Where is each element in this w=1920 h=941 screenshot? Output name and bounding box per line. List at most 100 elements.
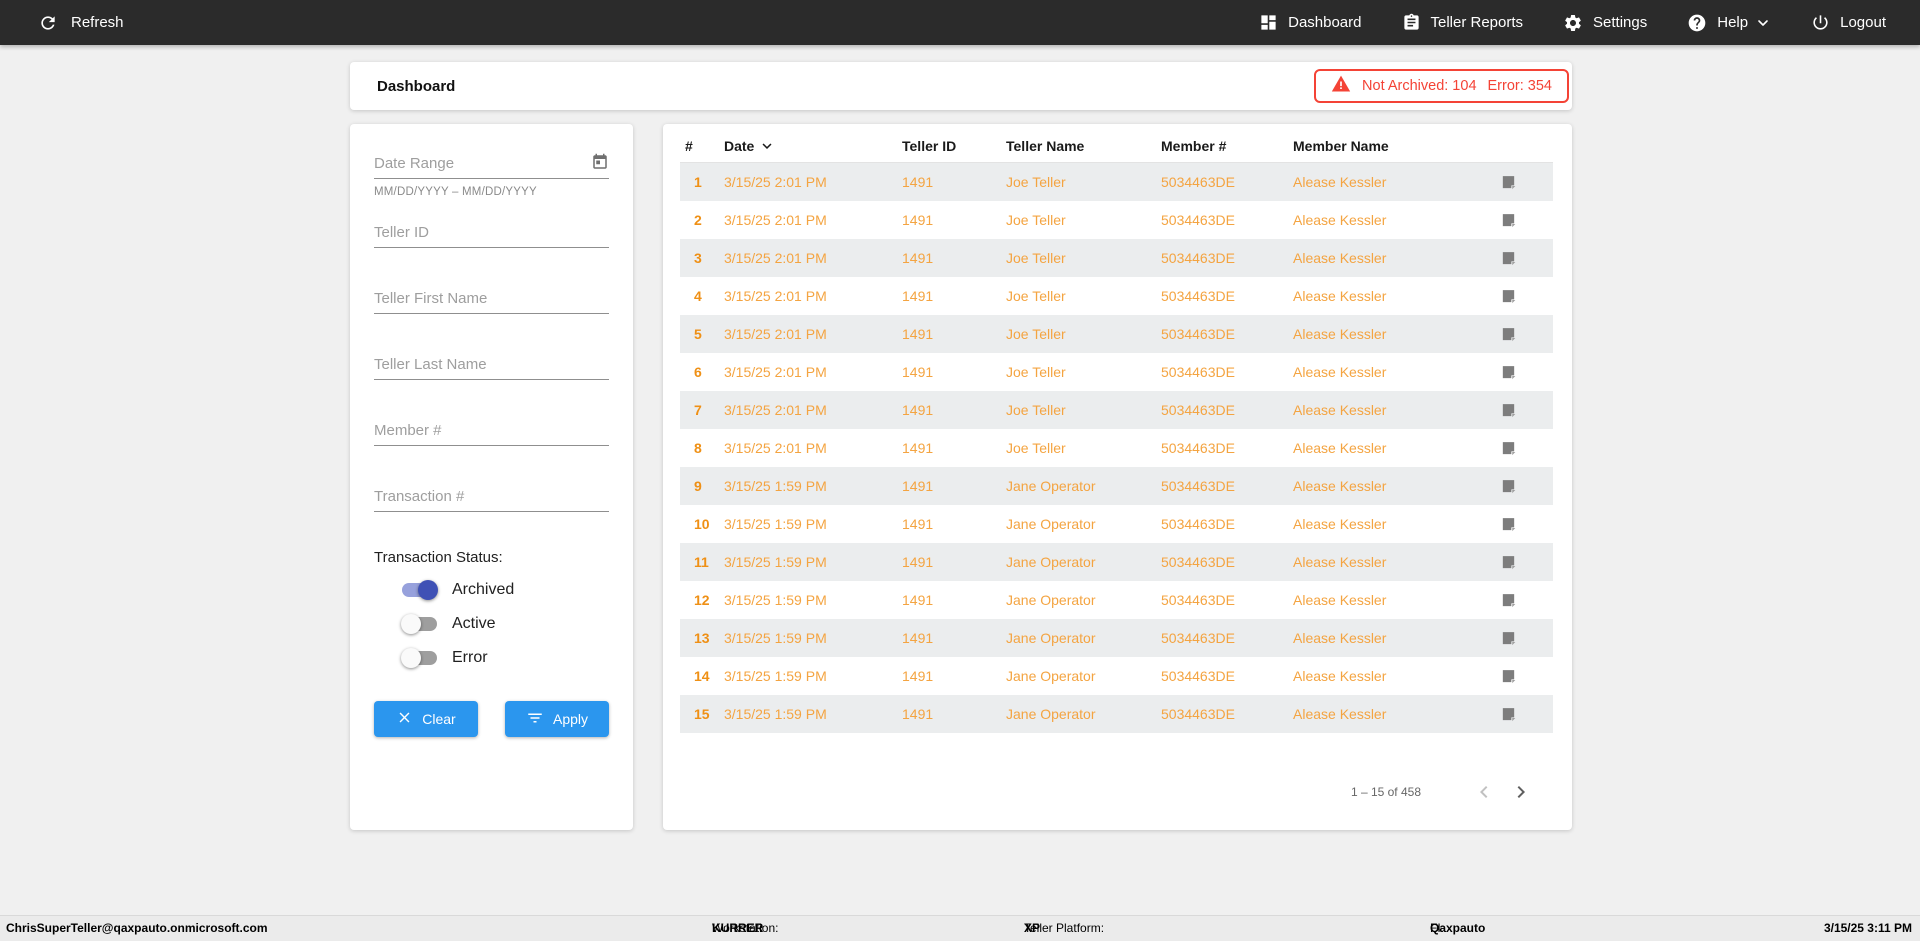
row-date: 3/15/25 1:59 PM [724,592,827,608]
member-number-input[interactable] [374,418,609,442]
row-member-number: 5034463DE [1161,592,1235,608]
note-icon[interactable] [1500,440,1517,457]
table-row[interactable]: 9 3/15/25 1:59 PM 1491 Jane Operator 503… [680,467,1553,505]
paginator: 1 – 15 of 458 [680,780,1553,804]
date-range-field [374,151,609,179]
table-row[interactable]: 2 3/15/25 2:01 PM 1491 Joe Teller 503446… [680,201,1553,239]
row-number: 15 [694,706,710,722]
dashboard-icon [1259,13,1278,32]
note-icon[interactable] [1500,288,1517,305]
power-icon [1811,13,1830,32]
note-icon[interactable] [1500,668,1517,685]
note-icon[interactable] [1500,174,1517,191]
row-number: 5 [694,326,702,342]
apply-button-label: Apply [552,711,589,727]
note-icon[interactable] [1500,516,1517,533]
nav-item-settings[interactable]: Settings [1563,13,1647,33]
sort-desc-icon [758,137,776,155]
apply-button[interactable]: Apply [505,701,609,737]
nav-item-label: Teller Reports [1430,14,1524,31]
note-icon[interactable] [1500,364,1517,381]
row-date: 3/15/25 1:59 PM [724,554,827,570]
row-member-name: Alease Kessler [1293,250,1387,266]
row-member-number: 5034463DE [1161,288,1235,304]
error-toggle[interactable] [401,648,438,668]
date-range-input[interactable] [374,151,609,175]
table-row[interactable]: 13 3/15/25 1:59 PM 1491 Jane Operator 50… [680,619,1553,657]
table-row[interactable]: 7 3/15/25 2:01 PM 1491 Joe Teller 503446… [680,391,1553,429]
table-row[interactable]: 3 3/15/25 2:01 PM 1491 Joe Teller 503446… [680,239,1553,277]
toggle-label: Archived [452,581,515,598]
note-icon[interactable] [1500,326,1517,343]
row-number: 2 [694,212,702,228]
toggle-archived: Archived [402,573,609,607]
teller-id-input[interactable] [374,220,609,244]
table-row[interactable]: 10 3/15/25 1:59 PM 1491 Jane Operator 50… [680,505,1553,543]
close-icon [396,709,413,729]
refresh-button[interactable]: Refresh [38,13,124,33]
column-header-date[interactable]: Date [724,137,902,155]
row-member-number: 5034463DE [1161,440,1235,456]
table-row[interactable]: 4 3/15/25 2:01 PM 1491 Joe Teller 503446… [680,277,1553,315]
table-row[interactable]: 8 3/15/25 2:01 PM 1491 Joe Teller 503446… [680,429,1553,467]
row-number: 9 [694,478,702,494]
row-member-number: 5034463DE [1161,630,1235,646]
row-member-number: 5034463DE [1161,668,1235,684]
gear-icon [1563,13,1583,33]
teller-last-name-input[interactable] [374,352,609,376]
nav-item-help[interactable]: Help [1687,13,1771,33]
row-member-name: Alease Kessler [1293,288,1387,304]
row-teller-name: Joe Teller [1006,250,1066,266]
row-number: 12 [694,592,710,608]
table-row[interactable]: 11 3/15/25 1:59 PM 1491 Jane Operator 50… [680,543,1553,581]
note-icon[interactable] [1500,554,1517,571]
row-member-number: 5034463DE [1161,554,1235,570]
teller-first-name-input[interactable] [374,286,609,310]
table-row[interactable]: 6 3/15/25 2:01 PM 1491 Joe Teller 503446… [680,353,1553,391]
table-row[interactable]: 1 3/15/25 2:01 PM 1491 Joe Teller 503446… [680,163,1553,201]
alert-badge: Not Archived: 104 Error: 354 [1314,69,1569,103]
note-icon[interactable] [1500,250,1517,267]
table-row[interactable]: 15 3/15/25 1:59 PM 1491 Jane Operator 50… [680,695,1553,733]
archived-toggle[interactable] [402,580,438,600]
chevron-right-icon [1509,780,1533,804]
alert-error-count: Error: 354 [1487,78,1552,94]
row-teller-id: 1491 [902,174,934,190]
table-row[interactable]: 12 3/15/25 1:59 PM 1491 Jane Operator 50… [680,581,1553,619]
filter-buttons: Clear Apply [374,701,609,737]
row-teller-id: 1491 [902,288,934,304]
table-row[interactable]: 14 3/15/25 1:59 PM 1491 Jane Operator 50… [680,657,1553,695]
nav-item-logout[interactable]: Logout [1811,13,1886,32]
note-icon[interactable] [1500,402,1517,419]
row-member-name: Alease Kessler [1293,668,1387,684]
note-icon[interactable] [1500,592,1517,609]
column-header-teller-id[interactable]: Teller ID [902,138,1006,154]
clear-button[interactable]: Clear [374,701,478,737]
row-member-name: Alease Kessler [1293,326,1387,342]
active-toggle[interactable] [401,614,438,634]
transaction-number-input[interactable] [374,484,609,508]
row-teller-name: Joe Teller [1006,288,1066,304]
column-header-member-name[interactable]: Member Name [1293,138,1500,154]
row-teller-name: Joe Teller [1006,212,1066,228]
previous-page-button[interactable] [1472,780,1496,804]
nav-item-teller-reports[interactable]: Teller Reports [1402,13,1524,32]
filter-icon [526,709,544,730]
date-range-hint: MM/DD/YYYY – MM/DD/YYYY [374,186,537,198]
calendar-icon[interactable] [591,153,609,171]
warning-triangle-icon [1331,74,1351,98]
next-page-button[interactable] [1509,780,1533,804]
note-icon[interactable] [1500,630,1517,647]
column-header-member-number[interactable]: Member # [1161,138,1293,154]
navbar-menu: Dashboard Teller Reports Settings Help L… [1259,13,1886,33]
nav-item-dashboard[interactable]: Dashboard [1259,13,1362,32]
row-number: 8 [694,440,702,456]
column-header-teller-name[interactable]: Teller Name [1006,138,1161,154]
row-member-number: 5034463DE [1161,174,1235,190]
table-row[interactable]: 5 3/15/25 2:01 PM 1491 Joe Teller 503446… [680,315,1553,353]
note-icon[interactable] [1500,706,1517,723]
row-date: 3/15/25 1:59 PM [724,478,827,494]
note-icon[interactable] [1500,478,1517,495]
chevron-down-icon [1755,15,1771,31]
note-icon[interactable] [1500,212,1517,229]
